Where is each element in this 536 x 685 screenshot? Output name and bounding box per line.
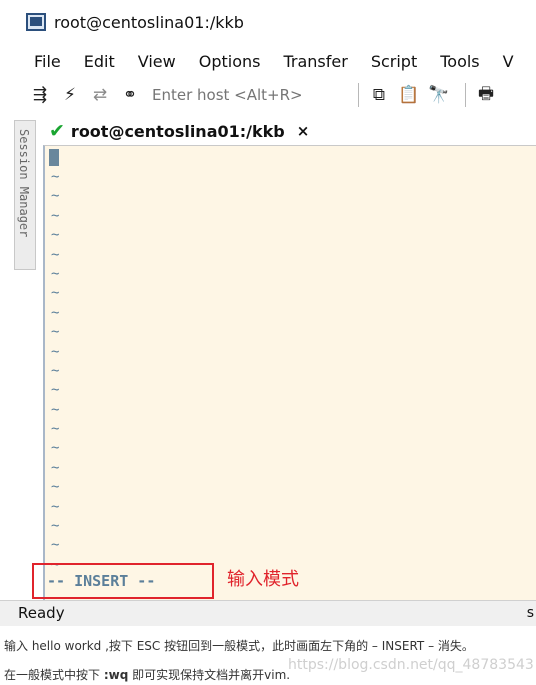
- quick-connect-icon[interactable]: ⚡: [58, 85, 82, 105]
- tilde-line: ~: [51, 421, 60, 438]
- menu-view[interactable]: View: [138, 52, 176, 71]
- title-bar: root@centoslina01:/kkb: [0, 0, 536, 44]
- paste-icon[interactable]: 📋: [397, 85, 421, 105]
- connected-check-icon: ✔: [49, 120, 65, 142]
- tilde-line: ~: [51, 537, 60, 554]
- menu-edit[interactable]: Edit: [84, 52, 115, 71]
- menu-script[interactable]: Script: [371, 52, 417, 71]
- tilde-line: ~: [51, 401, 60, 418]
- status-right-text: s: [526, 605, 534, 621]
- close-icon[interactable]: ×: [297, 122, 310, 140]
- tilde-line: ~: [51, 188, 60, 205]
- menu-transfer[interactable]: Transfer: [283, 52, 347, 71]
- terminal-area[interactable]: ~ ~ ~ ~ ~ ~ ~ ~ ~ ~ ~ ~ ~ ~ ~ ~ ~ ~ ~ ~ ~ -- INSERT --: [43, 145, 536, 600]
- connect-icon[interactable]: ⇶: [28, 85, 52, 105]
- toolbar: ⇶ ⚡ ⇄ ⚭ ⧉ 📋 🔭 🖶: [0, 78, 536, 112]
- empty-line-markers: ~ ~ ~ ~ ~ ~ ~ ~ ~ ~ ~ ~ ~ ~ ~ ~ ~ ~ ~ ~ ~: [51, 168, 59, 575]
- tilde-line: ~: [51, 440, 60, 457]
- window-title: root@centoslina01:/kkb: [54, 12, 244, 32]
- tilde-line: ~: [51, 246, 60, 263]
- tilde-line: ~: [51, 285, 60, 302]
- session-tab-label: root@centoslina01:/kkb: [70, 121, 285, 141]
- tilde-line: ~: [51, 518, 60, 535]
- tilde-line: ~: [51, 227, 60, 244]
- menu-file[interactable]: File: [34, 52, 61, 71]
- tilde-line: ~: [51, 459, 60, 476]
- caption-line-1: 输入 hello workd ,按下 ESC 按钮回到一般模式，此时画面左下角的…: [4, 639, 474, 653]
- copy-icon[interactable]: ⧉: [367, 85, 391, 105]
- tilde-line: ~: [51, 207, 60, 224]
- caption-line-2-suffix: 即可实现保持文档并离开vim.: [128, 668, 291, 682]
- caption-line-2-prefix: 在一般模式中按下: [4, 668, 104, 682]
- find-icon[interactable]: 🔭: [427, 85, 451, 105]
- session-tab[interactable]: ✔ root@centoslina01:/kkb ×: [43, 116, 323, 146]
- menu-bar: File Edit View Options Transfer Script T…: [0, 44, 536, 78]
- caption-command: :wq: [103, 668, 129, 682]
- tilde-line: ~: [51, 498, 60, 515]
- app-icon: [26, 13, 46, 31]
- reconnect-icon[interactable]: ⇄: [88, 85, 112, 105]
- status-bar: Ready s: [0, 600, 536, 626]
- toolbar-separator: [358, 83, 359, 107]
- insert-mode-highlight: [32, 563, 214, 599]
- tilde-line: ~: [51, 479, 60, 496]
- terminal-cursor: [49, 149, 59, 166]
- session-manager-label: Session Manager: [17, 129, 31, 238]
- tilde-line: ~: [51, 304, 60, 321]
- status-text: Ready: [18, 604, 65, 622]
- insert-mode-annotation: 输入模式: [227, 569, 299, 590]
- tilde-line: ~: [51, 362, 60, 379]
- menu-options[interactable]: Options: [199, 52, 261, 71]
- toolbar-separator: [465, 83, 466, 107]
- tilde-line: ~: [51, 265, 60, 282]
- tilde-line: ~: [51, 324, 60, 341]
- print-icon[interactable]: 🖶: [474, 81, 498, 110]
- session-manager-tab[interactable]: Session Manager: [14, 120, 36, 270]
- tilde-line: ~: [51, 169, 60, 185]
- tilde-line: ~: [51, 382, 60, 399]
- host-input[interactable]: [152, 86, 350, 104]
- disconnect-icon[interactable]: ⚭: [118, 85, 142, 105]
- watermark: https://blog.csdn.net/qq_48783543: [288, 657, 534, 673]
- caption-line-2: 在一般模式中按下 :wq 即可实现保持文档并离开vim.: [4, 666, 290, 683]
- tilde-line: ~: [51, 343, 60, 360]
- menu-tools[interactable]: Tools: [440, 52, 479, 71]
- menu-window[interactable]: V: [503, 52, 514, 71]
